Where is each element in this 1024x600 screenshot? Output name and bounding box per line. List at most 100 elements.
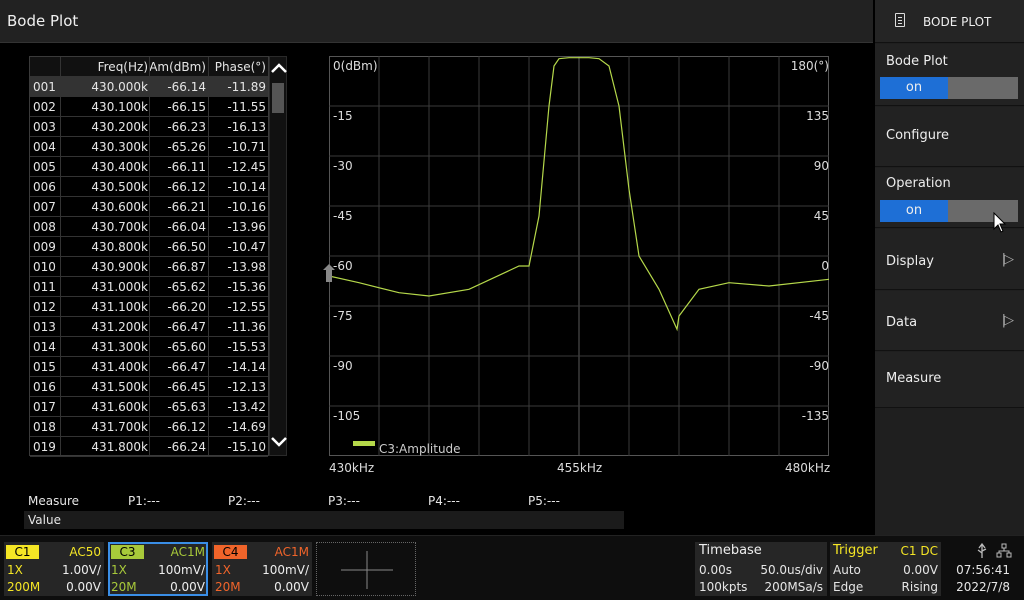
network-icon — [996, 543, 1012, 558]
row-phase: -11.36 — [227, 320, 266, 334]
row-phase: -10.47 — [227, 240, 266, 254]
status-bar: C1 AC50 1X 1.00V/ 200M 0.00V C3 AC1M 1X … — [0, 535, 1024, 600]
row-freq: 430.900k — [91, 260, 148, 274]
row-freq: 431.500k — [91, 380, 148, 394]
measure-label: Measure — [28, 494, 79, 508]
row-index: 015 — [33, 360, 56, 374]
bode-plot-toggle[interactable]: on — [880, 77, 1018, 99]
channel-offset-marker-icon[interactable] — [323, 264, 335, 282]
row-index: 014 — [33, 340, 56, 354]
add-channel-button[interactable] — [316, 542, 416, 596]
row-phase: -15.36 — [227, 280, 266, 294]
x-tick-label: 455kHz — [557, 461, 603, 475]
row-phase: -13.98 — [227, 260, 266, 274]
measure-p1: P1:--- — [128, 494, 160, 508]
row-phase: -11.89 — [227, 80, 266, 94]
row-amplitude: -66.12 — [167, 180, 206, 194]
row-phase: -15.53 — [227, 340, 266, 354]
menu-item-measure[interactable]: Measure — [875, 352, 1024, 408]
row-amplitude: -65.26 — [167, 140, 206, 154]
menu-item-display[interactable]: Display |▷ — [875, 229, 1024, 290]
row-freq: 431.800k — [91, 440, 148, 454]
y-left-tick-label: -30 — [333, 159, 353, 173]
row-index: 011 — [33, 280, 56, 294]
row-freq: 431.000k — [91, 280, 148, 294]
row-index: 002 — [33, 100, 56, 114]
row-index: 012 — [33, 300, 56, 314]
row-freq: 430.700k — [91, 220, 148, 234]
menu-header: BODE PLOT — [875, 0, 1024, 43]
clock-time: 07:56:41 — [956, 563, 1010, 577]
legend-swatch — [353, 441, 375, 446]
y-right-tick-label: 135 — [806, 109, 829, 123]
row-freq: 431.200k — [91, 320, 148, 334]
y-left-tick-label: -90 — [333, 359, 353, 373]
row-phase: -10.14 — [227, 180, 266, 194]
row-freq: 431.300k — [91, 340, 148, 354]
row-freq: 431.100k — [91, 300, 148, 314]
row-phase: -11.55 — [227, 100, 266, 114]
row-index: 001 — [33, 80, 56, 94]
scroll-down-icon[interactable] — [270, 435, 288, 449]
row-index: 019 — [33, 440, 56, 454]
row-phase: -10.16 — [227, 200, 266, 214]
row-amplitude: -66.50 — [167, 240, 206, 254]
measure-p2: P2:--- — [228, 494, 260, 508]
row-freq: 430.500k — [91, 180, 148, 194]
header-amplitude: Am(dBm) — [149, 60, 206, 74]
row-freq: 430.300k — [91, 140, 148, 154]
row-freq: 431.600k — [91, 400, 148, 414]
row-freq: 430.800k — [91, 240, 148, 254]
y-left-tick-label: -105 — [333, 409, 361, 423]
row-freq: 431.700k — [91, 420, 148, 434]
timebase-box[interactable]: Timebase 0.00s 50.0us/div 100kpts 200MSa… — [695, 542, 827, 596]
channel-c1-tag: C1 — [6, 545, 39, 559]
row-index: 004 — [33, 140, 56, 154]
row-index: 018 — [33, 420, 56, 434]
x-tick-label: 430kHz — [329, 461, 375, 475]
channel-c4-tag: C4 — [214, 545, 247, 559]
row-amplitude: -66.21 — [167, 200, 206, 214]
row-phase: -10.71 — [227, 140, 266, 154]
channel-c3-box[interactable]: C3 AC1M 1X 100mV/ 20M 0.00V — [108, 542, 208, 596]
row-index: 008 — [33, 220, 56, 234]
header-phase: Phase(°) — [214, 60, 266, 74]
y-left-tick-label: 0(dBm) — [333, 59, 378, 73]
menu-item-configure[interactable]: Configure — [875, 107, 1024, 167]
submenu-arrow-icon: |▷ — [1001, 252, 1014, 267]
menu-item-bode-plot[interactable]: Bode Plot on — [875, 44, 1024, 106]
scroll-thumb[interactable] — [272, 83, 284, 113]
trigger-box[interactable]: Trigger C1 DC Auto 0.00V Edge Rising — [830, 542, 941, 596]
usb-icon — [977, 543, 987, 558]
document-icon — [895, 13, 905, 27]
row-freq: 430.100k — [91, 100, 148, 114]
row-index: 007 — [33, 200, 56, 214]
table-scrollbar[interactable] — [269, 56, 287, 456]
value-label: Value — [28, 513, 61, 527]
clock-date: 2022/7/8 — [956, 580, 1010, 594]
row-amplitude: -66.11 — [167, 160, 206, 174]
menu-item-data[interactable]: Data |▷ — [875, 291, 1024, 351]
row-freq: 430.000k — [91, 80, 148, 94]
x-tick-label: 480kHz — [785, 461, 831, 475]
bode-plot-chart: C3:Amplitude — [329, 56, 829, 456]
row-index: 003 — [33, 120, 56, 134]
plus-icon — [341, 551, 393, 589]
channel-c4-box[interactable]: C4 AC1M 1X 100mV/ 20M 0.00V — [212, 542, 312, 596]
y-right-tick-label: 90 — [813, 159, 829, 173]
row-phase: -15.10 — [227, 440, 266, 454]
channel-c1-box[interactable]: C1 AC50 1X 1.00V/ 200M 0.00V — [4, 542, 104, 596]
y-left-tick-label: -45 — [333, 209, 353, 223]
row-amplitude: -65.63 — [167, 400, 206, 414]
measure-p5: P5:--- — [528, 494, 560, 508]
page-title: Bode Plot — [7, 12, 79, 30]
row-amplitude: -66.14 — [167, 80, 206, 94]
row-index: 009 — [33, 240, 56, 254]
side-menu: BODE PLOT Bode Plot on Configure Operati… — [875, 0, 1024, 535]
row-index: 005 — [33, 160, 56, 174]
row-phase: -12.55 — [227, 300, 266, 314]
row-amplitude: -66.24 — [167, 440, 206, 454]
channel-c3-tag: C3 — [111, 545, 144, 559]
scroll-up-icon[interactable] — [270, 61, 288, 75]
row-amplitude: -66.04 — [167, 220, 206, 234]
